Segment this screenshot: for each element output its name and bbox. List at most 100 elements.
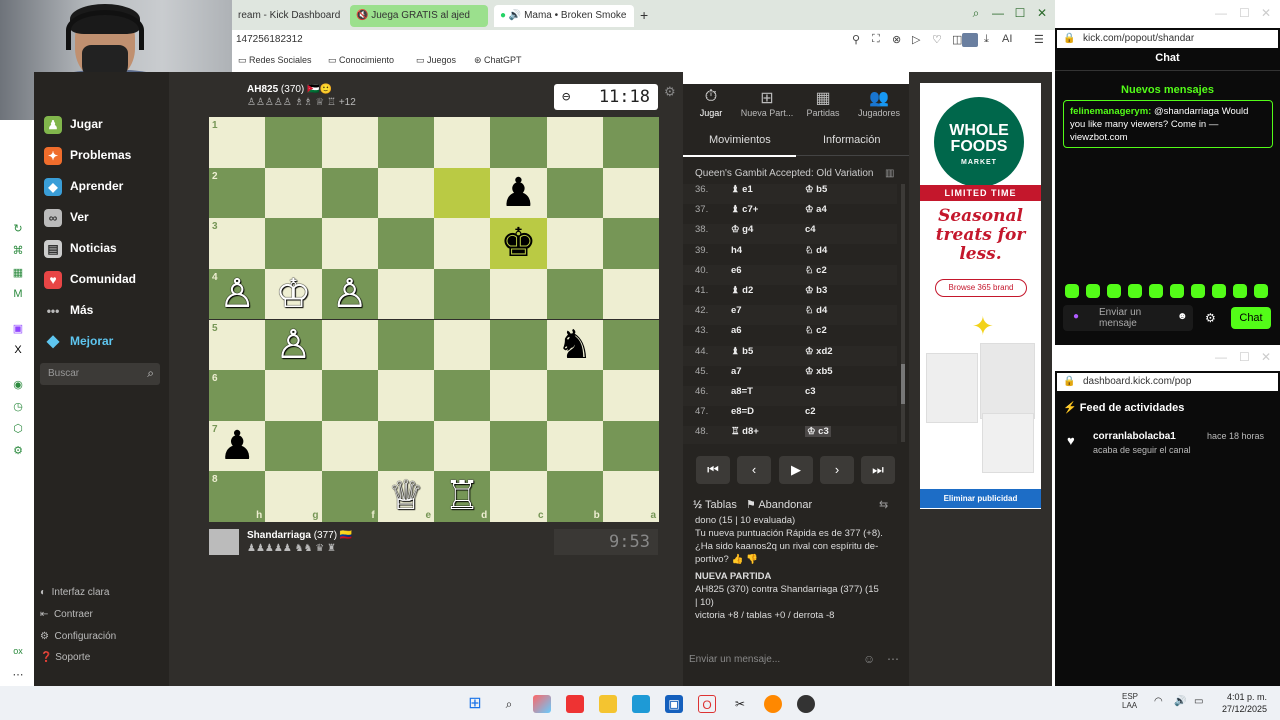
white-move[interactable]: ♝ c7+	[731, 204, 758, 215]
emote-icon[interactable]	[1086, 284, 1100, 298]
more-icon[interactable]: ⋯	[11, 668, 25, 682]
sidebar-item-jugar[interactable]: ♟ Jugar	[44, 116, 103, 138]
bookmark-conocimiento[interactable]: ▭ Conocimiento	[328, 55, 394, 66]
cube-icon[interactable]: ⬡	[11, 422, 25, 436]
new-messages-label[interactable]: Nuevos mensajes	[1055, 84, 1280, 96]
black-move[interactable]: ♔ c3	[805, 426, 831, 438]
board-square[interactable]: ♞	[546, 319, 603, 371]
board-square[interactable]: c	[490, 471, 547, 522]
menu-icon[interactable]: ☰	[1034, 33, 1044, 46]
board-square[interactable]	[377, 268, 434, 320]
white-move[interactable]: ♔ g4	[731, 224, 753, 235]
follower-name[interactable]: corranlabolacba1	[1093, 431, 1176, 442]
refresh-icon[interactable]: ↻	[11, 222, 25, 236]
board-square[interactable]	[602, 117, 659, 168]
white-move[interactable]: e6	[731, 265, 742, 276]
minimize-icon[interactable]: —	[1215, 6, 1227, 20]
bookmark-juegos[interactable]: ▭ Juegos	[416, 55, 456, 66]
remove-ads-button[interactable]: Eliminar publicidad	[920, 489, 1041, 508]
maximize-icon[interactable]: ☐	[1239, 350, 1250, 364]
board-square[interactable]: ♙	[265, 319, 322, 371]
board-square[interactable]	[377, 420, 434, 472]
board-square[interactable]: 2	[209, 167, 266, 219]
board-square[interactable]	[321, 218, 378, 269]
ad-browse-button[interactable]: Browse 365 brand	[935, 279, 1027, 297]
draw-button[interactable]: ½ Tablas	[693, 499, 737, 511]
board-square[interactable]: 7 ♟	[209, 420, 266, 472]
board-square[interactable]	[434, 319, 491, 371]
board-square[interactable]	[602, 218, 659, 269]
store-icon[interactable]: ▣	[665, 695, 683, 713]
chess-piece[interactable]: ♙	[322, 269, 378, 320]
board-square[interactable]	[265, 420, 322, 472]
grid-icon[interactable]: ▦	[11, 266, 25, 280]
white-move[interactable]: a7	[731, 366, 742, 377]
twitch-icon[interactable]: ▣	[11, 322, 25, 336]
prev-move-button[interactable]: ‹	[737, 456, 771, 484]
battery-icon[interactable]: ▭	[1194, 696, 1203, 707]
board-square[interactable]	[434, 218, 491, 269]
board-square[interactable]	[321, 319, 378, 371]
swap-icon[interactable]: ⇆	[879, 498, 888, 511]
board-square[interactable]: 3	[209, 218, 266, 269]
board-square[interactable]	[490, 319, 547, 371]
next-move-button[interactable]: ▶	[779, 456, 813, 484]
opponent-name[interactable]: AH825	[247, 84, 278, 95]
chess-piece[interactable]: ♟	[490, 168, 546, 219]
mail-icon[interactable]: M	[11, 288, 25, 302]
board-square[interactable]: 5	[209, 319, 266, 371]
maximize-icon[interactable]: ☐	[1012, 6, 1028, 22]
last-move-button[interactable]: ⏭	[861, 456, 895, 484]
board-square[interactable]	[602, 420, 659, 472]
app-icon[interactable]	[566, 695, 584, 713]
white-move[interactable]: ♝ b5	[731, 346, 753, 357]
support-button[interactable]: ❓ Soporte	[40, 652, 90, 663]
first-move-button[interactable]: ⏮	[696, 456, 730, 484]
board-square[interactable]	[434, 268, 491, 320]
maximize-icon[interactable]: ☐	[1239, 6, 1250, 20]
board-square[interactable]	[377, 218, 434, 269]
download-icon[interactable]: ⤓	[984, 33, 989, 46]
volume-icon[interactable]: 🔊	[1174, 696, 1186, 707]
thumbs-down-icon[interactable]: 👎	[746, 554, 758, 565]
tab-whatsapp[interactable]: ● 🔊 Mama • Broken Smoke	[494, 5, 634, 27]
kick-chat-input[interactable]: ● Enviar un mensaje ☻	[1063, 305, 1193, 331]
board-square[interactable]: e ♕	[377, 471, 434, 522]
thumbs-up-icon[interactable]: 👍	[731, 554, 743, 565]
white-move[interactable]: ♝ e1	[731, 184, 753, 195]
sidebar-item-mejorar[interactable]: ◆ Mejorar	[44, 333, 114, 355]
avatar[interactable]	[962, 33, 978, 47]
chess-piece[interactable]: ♙	[265, 320, 321, 371]
board-square[interactable]: 4 ♙	[209, 268, 266, 320]
tag-icon[interactable]: ⌘	[11, 244, 25, 258]
chess-piece[interactable]: ♔	[265, 269, 321, 320]
white-move[interactable]: e7	[731, 305, 742, 316]
black-move[interactable]: ♔ b5	[805, 184, 827, 195]
search-icon[interactable]: ⌕	[968, 6, 984, 22]
board-square[interactable]	[602, 319, 659, 371]
tab-informacion[interactable]: Información	[823, 134, 880, 146]
emoji-icon[interactable]: ☻	[1177, 311, 1188, 322]
black-move[interactable]: c2	[805, 406, 816, 417]
white-move[interactable]: a6	[731, 325, 742, 336]
chess-piece[interactable]: ♟	[209, 421, 265, 472]
board-square[interactable]	[490, 117, 547, 168]
clock[interactable]: 4:01 p. m. 27/12/2025	[1222, 691, 1267, 715]
board-square[interactable]	[602, 268, 659, 320]
emote-icon[interactable]	[1107, 284, 1121, 298]
tab-jugadores[interactable]: 👥 Jugadores	[851, 88, 907, 118]
white-move[interactable]: e8=D	[731, 406, 754, 417]
board-square[interactable]	[490, 268, 547, 320]
chess-piece[interactable]: ♙	[209, 269, 265, 320]
address-bar[interactable]: 147256182312 ⚲ ⛶ ⊗ ▷ ♡ ◫ ⤓ AI ☰	[232, 30, 1055, 52]
chess-piece[interactable]: ♕	[378, 471, 434, 522]
obs-icon[interactable]	[797, 695, 815, 713]
board-square[interactable]: ♙	[321, 268, 378, 320]
search-input[interactable]: Buscar ⌕	[40, 363, 160, 385]
board-square[interactable]	[321, 370, 378, 421]
black-move[interactable]: c3	[805, 386, 816, 397]
emote-icon[interactable]	[1065, 284, 1079, 298]
board-square[interactable]	[377, 370, 434, 421]
minimize-icon[interactable]: —	[1215, 350, 1227, 364]
board-square[interactable]	[377, 117, 434, 168]
